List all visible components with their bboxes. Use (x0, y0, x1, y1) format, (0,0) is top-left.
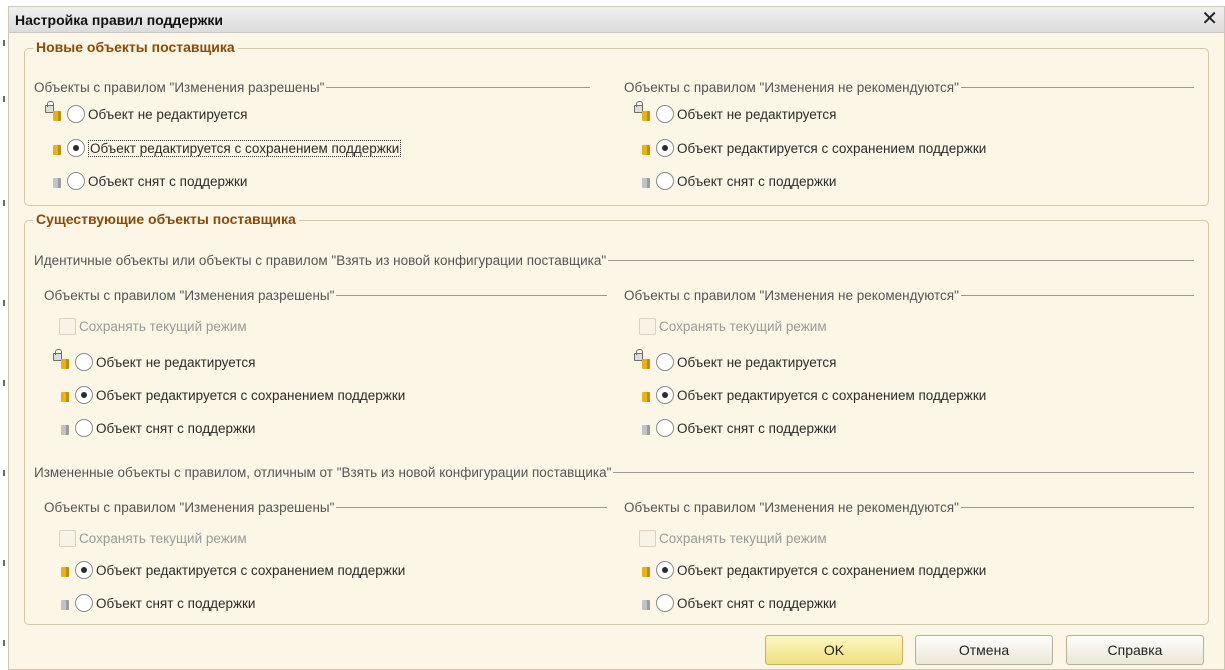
identical-right-header: Объекты с правилом "Изменения не рекомен… (624, 288, 1194, 303)
new-objects-group: Новые объекты поставщика Объекты с прави… (24, 39, 1209, 206)
new-right-option-1[interactable]: Объект не редактируется (632, 101, 836, 125)
unsupported-object-icon (632, 172, 654, 190)
new-right-option-2[interactable]: Объект редактируется с сохранением подде… (632, 137, 986, 159)
identical-objects-header: Идентичные объекты или объекты с правило… (34, 253, 1194, 268)
locked-object-icon (632, 101, 654, 123)
object-icon (632, 139, 654, 157)
help-button[interactable]: Справка (1066, 635, 1204, 665)
radio-button[interactable] (75, 353, 93, 371)
identical-right-keep-mode[interactable]: Сохранять текущий режим (639, 315, 827, 337)
modified-left-option-1[interactable]: Объект редактируется с сохранением подде… (51, 559, 405, 581)
close-icon[interactable]: ✕ (1201, 8, 1218, 30)
identical-right-option-1[interactable]: Объект не редактируется (632, 349, 836, 373)
radio-button[interactable] (656, 419, 674, 437)
modified-right-header: Объекты с правилом "Изменения не рекомен… (624, 500, 1194, 515)
modified-right-option-1[interactable]: Объект редактируется с сохранением подде… (632, 559, 986, 581)
identical-left-header: Объекты с правилом "Изменения разрешены" (44, 288, 607, 303)
identical-left-option-3[interactable]: Объект снят с поддержки (51, 417, 255, 439)
dialog-title: Настройка правил поддержки (15, 12, 224, 28)
identical-left-option-2[interactable]: Объект редактируется с сохранением подде… (51, 384, 405, 406)
background-window-edge (0, 0, 8, 670)
radio-button-selected[interactable] (656, 139, 674, 157)
keep-mode-checkbox[interactable] (639, 317, 656, 335)
object-icon (632, 386, 654, 404)
unsupported-object-icon (51, 419, 73, 437)
title-bar: Настройка правил поддержки ✕ (9, 7, 1224, 33)
radio-button[interactable] (656, 594, 674, 612)
radio-button-selected[interactable] (75, 386, 93, 404)
new-right-option-3[interactable]: Объект снят с поддержки (632, 170, 836, 192)
modified-left-keep-mode[interactable]: Сохранять текущий режим (59, 527, 247, 549)
unsupported-object-icon (51, 594, 73, 612)
support-rules-dialog: Настройка правил поддержки ✕ Новые объек… (8, 6, 1225, 670)
new-left-option-2[interactable]: Объект редактируется с сохранением подде… (43, 137, 402, 159)
radio-button[interactable] (67, 105, 85, 123)
ok-button[interactable]: OK (765, 635, 903, 665)
modified-left-option-2[interactable]: Объект снят с поддержки (51, 592, 255, 614)
new-left-option-3[interactable]: Объект снят с поддержки (43, 170, 247, 192)
radio-button[interactable] (75, 419, 93, 437)
existing-objects-title: Существующие объекты поставщика (33, 211, 299, 227)
identical-left-keep-mode[interactable]: Сохранять текущий режим (59, 315, 247, 337)
identical-right-option-2[interactable]: Объект редактируется с сохранением подде… (632, 384, 986, 406)
identical-right-option-3[interactable]: Объект снят с поддержки (632, 417, 836, 439)
radio-button-selected[interactable] (75, 561, 93, 579)
locked-object-icon (632, 349, 654, 371)
new-left-header: Объекты с правилом "Изменения разрешены" (34, 80, 590, 95)
modified-objects-header: Измененные объекты с правилом, отличным … (34, 465, 1194, 480)
modified-right-option-2[interactable]: Объект снят с поддержки (632, 592, 836, 614)
radio-button[interactable] (656, 353, 674, 371)
locked-object-icon (51, 349, 73, 371)
object-icon (632, 561, 654, 579)
object-icon (51, 386, 73, 404)
modified-left-header: Объекты с правилом "Изменения разрешены" (44, 500, 607, 515)
identical-left-option-1[interactable]: Объект не редактируется (51, 349, 255, 373)
radio-button[interactable] (75, 594, 93, 612)
keep-mode-checkbox[interactable] (639, 529, 656, 547)
unsupported-object-icon (632, 419, 654, 437)
new-right-header: Объекты с правилом "Изменения не рекомен… (624, 80, 1194, 95)
cancel-button[interactable]: Отмена (915, 635, 1053, 665)
new-left-option-1[interactable]: Объект не редактируется (43, 101, 247, 125)
new-objects-title: Новые объекты поставщика (33, 39, 238, 55)
radio-button[interactable] (67, 172, 85, 190)
modified-right-keep-mode[interactable]: Сохранять текущий режим (639, 527, 827, 549)
radio-button-selected[interactable] (656, 561, 674, 579)
existing-objects-group: Существующие объекты поставщика Идентичн… (24, 211, 1209, 625)
keep-mode-checkbox[interactable] (59, 317, 76, 335)
radio-button-selected[interactable] (656, 386, 674, 404)
unsupported-object-icon (632, 594, 654, 612)
object-icon (43, 139, 65, 157)
object-icon (51, 561, 73, 579)
unsupported-object-icon (43, 172, 65, 190)
keep-mode-checkbox[interactable] (59, 529, 76, 547)
radio-button-selected[interactable] (67, 139, 85, 157)
radio-button[interactable] (656, 105, 674, 123)
radio-button[interactable] (656, 172, 674, 190)
locked-object-icon (43, 101, 65, 123)
